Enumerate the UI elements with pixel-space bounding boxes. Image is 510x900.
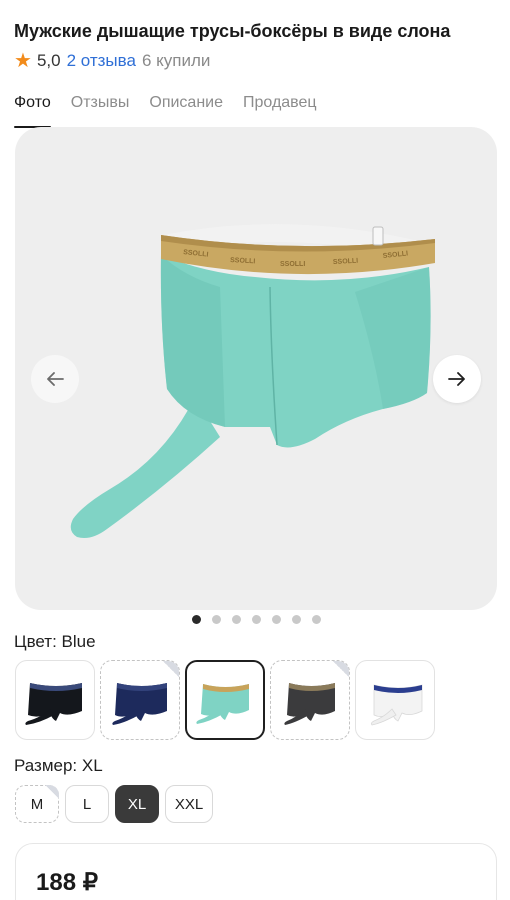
svg-text:SSOLLI: SSOLLI xyxy=(280,261,305,268)
tab-photo[interactable]: Фото xyxy=(14,94,51,128)
price-card: 188 ₽ xyxy=(15,843,497,900)
pagination-dot[interactable] xyxy=(192,615,201,624)
price: 188 ₽ xyxy=(36,869,98,896)
size-option-xl[interactable]: XL xyxy=(115,785,159,823)
next-photo-button[interactable] xyxy=(433,355,481,403)
size-corner-badge xyxy=(45,785,59,799)
tab-reviews[interactable]: Отзывы xyxy=(71,94,130,128)
tab-seller[interactable]: Продавец xyxy=(243,94,317,128)
prev-photo-button[interactable] xyxy=(31,355,79,403)
pagination-dot[interactable] xyxy=(272,615,281,624)
photo-gallery[interactable]: SSOLLI SSOLLI SSOLLI SSOLLI SSOLLI xyxy=(15,127,497,610)
tab-description[interactable]: Описание xyxy=(149,94,223,128)
bought-count: 6 купили xyxy=(141,51,211,70)
size-label: Размер: XL xyxy=(14,756,103,775)
svg-text:SSOLLI: SSOLLI xyxy=(333,258,359,266)
swatch-image xyxy=(370,684,423,726)
product-image: SSOLLI SSOLLI SSOLLI SSOLLI SSOLLI xyxy=(70,224,435,538)
pagination-dot[interactable] xyxy=(252,615,261,624)
arrow-left-icon xyxy=(47,372,64,386)
size-option-label: M xyxy=(30,795,44,813)
color-label: Цвет: Blue xyxy=(14,632,96,651)
color-options xyxy=(15,660,440,740)
gallery-pagination xyxy=(192,615,332,624)
reviews-link[interactable]: 2 отзыва xyxy=(67,51,136,71)
color-swatch-gray[interactable] xyxy=(270,660,350,740)
size-option-label: XXL xyxy=(174,795,204,813)
color-swatch-black[interactable] xyxy=(15,660,95,740)
pagination-dot[interactable] xyxy=(292,615,301,624)
pagination-dot[interactable] xyxy=(312,615,321,624)
rating-value: 5,0 xyxy=(36,51,61,70)
color-swatch-white[interactable] xyxy=(355,660,435,740)
product-tabs: Фото Отзывы Описание Продавец xyxy=(14,94,337,128)
color-swatch-navy[interactable] xyxy=(100,660,180,740)
pagination-dot[interactable] xyxy=(212,615,221,624)
product-title: Мужские дышащие трусы-боксёры в виде сло… xyxy=(14,21,451,41)
size-option-label: L xyxy=(82,795,92,813)
pagination-dot[interactable] xyxy=(232,615,241,624)
swatch-image xyxy=(25,683,82,725)
size-option-m[interactable]: M xyxy=(15,785,59,823)
rating-row: ★ 5,0 2 отзыва 6 купили xyxy=(14,50,210,72)
size-option-l[interactable]: L xyxy=(65,785,109,823)
swatch-image xyxy=(196,684,249,724)
arrow-right-icon xyxy=(448,372,465,386)
svg-text:SSOLLI: SSOLLI xyxy=(230,257,256,265)
size-option-xxl[interactable]: XXL xyxy=(165,785,213,823)
star-icon: ★ xyxy=(14,50,32,72)
size-option-label: XL xyxy=(127,795,147,813)
color-swatch-blue[interactable] xyxy=(185,660,265,740)
size-options: M L XL XXL xyxy=(15,785,219,823)
swatch-corner-badge xyxy=(162,661,179,678)
swatch-corner-badge xyxy=(332,661,349,678)
